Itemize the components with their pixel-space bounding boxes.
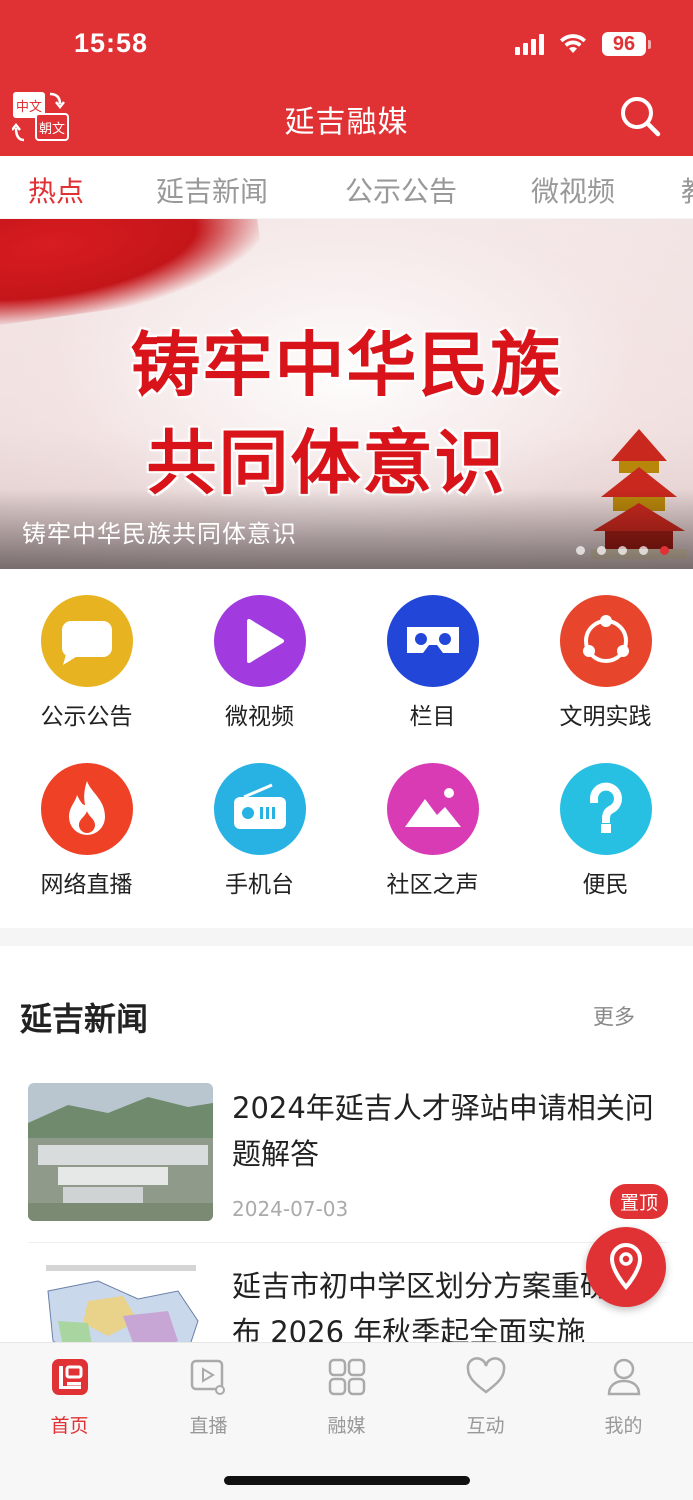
live-video-icon (190, 1359, 225, 1395)
vr-glasses-icon (386, 595, 479, 687)
play-icon (213, 595, 306, 687)
grid-label: 微视频 (225, 704, 294, 730)
heart-icon (466, 1357, 505, 1394)
divider (28, 1242, 668, 1243)
carousel-dot[interactable] (639, 546, 648, 555)
share-circle-icon (559, 595, 652, 687)
nav-item-interact[interactable]: 互动 (416, 1357, 555, 1438)
grid-item-community-voice[interactable]: 社区之声 (346, 763, 519, 899)
grid-label: 栏目 (409, 704, 456, 730)
question-icon (559, 763, 652, 855)
tab-education[interactable]: 教 (681, 170, 693, 210)
carousel-dot[interactable] (618, 546, 627, 555)
nav-item-media[interactable]: 融媒 (277, 1357, 416, 1438)
pin-top-button[interactable]: 置顶 (610, 1184, 669, 1219)
grid-item-micro-video[interactable]: 微视频 (173, 595, 346, 731)
tab-hot[interactable]: 热点 (28, 170, 84, 210)
nav-item-mine[interactable]: 我的 (554, 1357, 693, 1438)
user-icon (607, 1358, 640, 1396)
grid-label: 手机台 (225, 872, 294, 898)
grid-label: 便民 (582, 872, 629, 898)
home-indicator (224, 1476, 470, 1485)
nav-label: 我的 (604, 1415, 643, 1437)
grid-item-announcements[interactable]: 公示公告 (0, 595, 173, 731)
battery-icon: 96 (602, 32, 651, 56)
tab-announcements[interactable]: 公示公告 (345, 170, 457, 210)
nav-label: 融媒 (327, 1415, 366, 1437)
banner-headline-line1: 铸牢中华民族 (130, 323, 563, 406)
grid-item-convenience[interactable]: 便民 (519, 763, 692, 899)
nav-label: 首页 (50, 1415, 89, 1437)
grid-label: 公示公告 (40, 704, 133, 730)
grid-apps-icon (328, 1358, 365, 1396)
status-time: 15:58 (74, 28, 149, 58)
news-headline: 2024年延吉人才驿站申请相关问题解答 (232, 1091, 654, 1171)
feature-grid: 公示公告 微视频 栏目 文明实践 网络直播 手机台 社区之声 便民 (0, 569, 693, 928)
tab-micro-video[interactable]: 微视频 (531, 170, 615, 210)
news-thumbnail (28, 1261, 213, 1346)
grid-label: 社区之声 (386, 872, 479, 898)
banner-carousel[interactable]: 铸牢中华民族 共同体意识 铸牢中华民族共同体意识 (0, 219, 693, 569)
status-indicators: 96 (515, 32, 651, 56)
app-title: 延吉融媒 (284, 105, 409, 140)
tab-yanji-news[interactable]: 延吉新闻 (156, 170, 268, 210)
battery-level: 96 (602, 32, 646, 56)
category-tabs: 热点 延吉新闻 公示公告 微视频 教 (0, 156, 693, 218)
radio-icon (213, 763, 306, 855)
grid-label: 网络直播 (40, 872, 133, 898)
search-icon[interactable] (619, 95, 661, 137)
grid-item-columns[interactable]: 栏目 (346, 595, 519, 731)
grid-item-live-stream[interactable]: 网络直播 (0, 763, 173, 899)
grid-label: 文明实践 (559, 704, 652, 730)
chat-bubble-icon (40, 595, 133, 687)
wifi-icon (560, 34, 586, 53)
location-pin-button[interactable] (586, 1227, 666, 1307)
app-header: 15:58 96 中文 朝文 延吉融媒 (0, 0, 693, 156)
news-item[interactable]: 2024年延吉人才驿站申请相关问题解答 2024-07-03 (28, 1083, 668, 1223)
fire-icon (40, 763, 133, 855)
carousel-dot[interactable] (576, 546, 585, 555)
carousel-indicator (576, 546, 669, 555)
news-item[interactable]: 延吉市初中学区划分方案重磅发布 2026 年秋季起全面实施 (28, 1261, 668, 1346)
home-news-icon (51, 1359, 88, 1395)
more-link[interactable]: 更多 (593, 1001, 635, 1031)
grid-item-mobile-tv[interactable]: 手机台 (173, 763, 346, 899)
nav-item-home[interactable]: 首页 (0, 1357, 139, 1438)
section-title: 延吉新闻 (20, 1000, 149, 1038)
news-date: 2024-07-03 (232, 1197, 349, 1221)
cellular-signal-icon (515, 33, 544, 55)
nav-label: 直播 (189, 1415, 228, 1437)
carousel-dot[interactable] (597, 546, 606, 555)
nav-label: 互动 (466, 1415, 505, 1437)
location-pin-icon (609, 1242, 643, 1291)
mountain-image-icon (386, 763, 479, 855)
grid-item-civilization-practice[interactable]: 文明实践 (519, 595, 692, 731)
nav-item-live[interactable]: 直播 (139, 1357, 278, 1438)
news-thumbnail (28, 1083, 213, 1221)
banner-caption: 铸牢中华民族共同体意识 (22, 520, 297, 548)
carousel-dot-active[interactable] (660, 546, 669, 555)
